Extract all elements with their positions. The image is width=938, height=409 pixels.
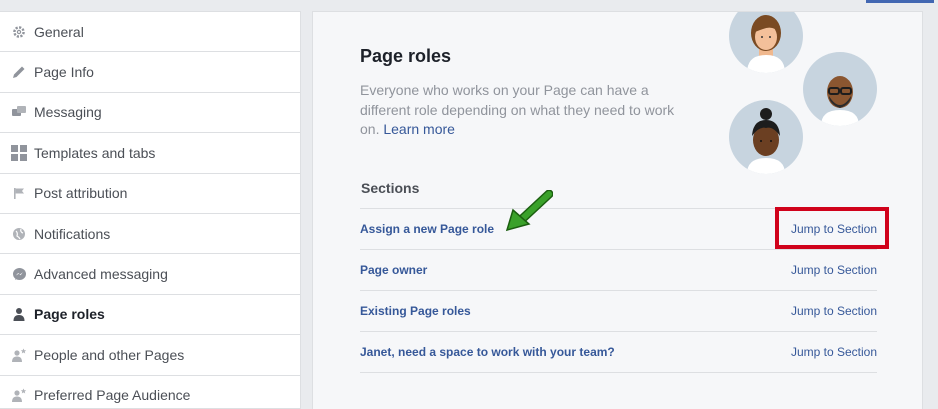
sidebar-item-preferred-audience[interactable]: Preferred Page Audience [0,376,300,408]
sidebar-item-label: Notifications [34,225,111,242]
sidebar-item-page-roles[interactable]: Page roles [0,295,300,336]
sidebar-item-label: Templates and tabs [34,144,156,161]
sections-heading: Sections [361,180,420,196]
messenger-icon [10,265,28,283]
person-star-icon [10,386,28,404]
globe-icon [10,225,28,243]
section-link-workplace[interactable]: Janet, need a space to work with your te… [360,345,615,359]
section-row-page-owner: Page owner Jump to Section [360,250,877,291]
sidebar-item-label: Messaging [34,104,102,121]
gear-icon [10,23,28,41]
sidebar-item-page-info[interactable]: Page Info [0,52,300,93]
sidebar-item-label: People and other Pages [34,346,185,363]
sidebar-item-general[interactable]: General [0,12,300,53]
sidebar-item-label: Post attribution [34,185,128,202]
section-link-page-owner[interactable]: Page owner [360,263,427,277]
jump-to-section-link[interactable]: Jump to Section [791,263,877,277]
top-nav-accent [866,0,934,3]
sidebar-item-templates-tabs[interactable]: Templates and tabs [0,133,300,174]
page-description: Everyone who works on your Page can have… [360,81,690,140]
page-roles-panel: Page roles Everyone who works on your Pa… [312,11,923,409]
settings-sidebar: General Page Info Messaging Templates an… [0,11,301,409]
jump-to-section-link[interactable]: Jump to Section [791,304,877,318]
green-arrow-icon [505,190,553,232]
sidebar-item-label: Page roles [34,306,105,323]
section-row-existing-roles: Existing Page roles Jump to Section [360,291,877,332]
sidebar-item-post-attribution[interactable]: Post attribution [0,174,300,214]
flag-icon [10,184,28,202]
page-title: Page roles [360,46,452,66]
section-row-workplace: Janet, need a space to work with your te… [360,332,877,373]
learn-more-link[interactable]: Learn more [383,121,455,137]
avatar-illustration-woman [729,12,803,73]
avatar-illustration-woman-bun [729,100,803,174]
pencil-icon [10,63,28,81]
section-link-assign-role[interactable]: Assign a new Page role [360,222,494,236]
person-icon [10,305,28,323]
sidebar-item-label: Page Info [34,64,94,81]
person-star-icon [10,346,28,364]
avatar-illustration-man [803,52,877,126]
highlight-box [775,207,889,249]
jump-to-section-link[interactable]: Jump to Section [791,345,877,359]
section-link-existing-roles[interactable]: Existing Page roles [360,304,471,318]
chat-bubbles-icon [10,103,28,121]
sidebar-item-label: Advanced messaging [34,266,168,283]
sidebar-item-advanced-messaging[interactable]: Advanced messaging [0,254,300,295]
sidebar-item-people-pages[interactable]: People and other Pages [0,335,300,376]
sidebar-item-label: General [34,23,84,40]
sidebar-item-notifications[interactable]: Notifications [0,214,300,255]
grid-icon [10,144,28,162]
sidebar-item-messaging[interactable]: Messaging [0,93,300,134]
sidebar-item-label: Preferred Page Audience [34,387,191,404]
